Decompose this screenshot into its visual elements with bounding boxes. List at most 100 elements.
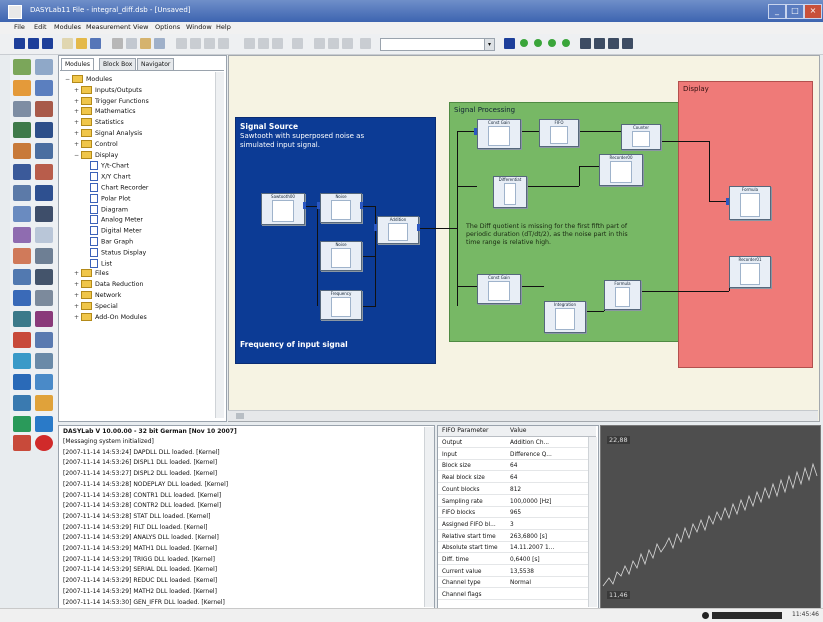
canvas-scrollbar[interactable] — [228, 410, 818, 421]
const-gain-block-a[interactable]: Const Gain — [477, 119, 521, 149]
digital-module-icon[interactable] — [35, 143, 53, 159]
list-icon[interactable] — [292, 38, 303, 49]
display-module-icon[interactable] — [35, 185, 53, 201]
close-button[interactable]: × — [804, 4, 822, 19]
expand-icon[interactable]: + — [74, 291, 79, 300]
input-pin[interactable] — [474, 128, 477, 135]
log-scrollbar[interactable] — [424, 427, 434, 607]
recorder-module-icon[interactable] — [13, 206, 31, 222]
sine-module-icon[interactable] — [13, 332, 31, 348]
bar-module-icon[interactable] — [35, 101, 53, 117]
menu-file[interactable]: File — [14, 23, 25, 31]
signal-module-icon[interactable] — [13, 143, 31, 159]
noise-module-icon[interactable] — [13, 164, 31, 180]
fifo-row[interactable]: Channel flags — [438, 591, 588, 601]
fifo-row[interactable]: Channel type Normal — [438, 579, 588, 589]
cut-icon[interactable] — [112, 38, 123, 49]
tree-node[interactable]: + Network — [74, 291, 121, 300]
input-pin[interactable] — [374, 224, 377, 231]
differentiation-block[interactable]: Differentiat — [493, 176, 527, 208]
run2-icon[interactable] — [534, 39, 542, 47]
expand-icon[interactable]: + — [74, 118, 79, 127]
tree-node[interactable]: + Control — [74, 139, 118, 149]
split-module-icon[interactable] — [35, 311, 53, 327]
tree-node[interactable]: − Modules — [65, 75, 112, 84]
menu-modules[interactable]: Modules — [54, 23, 81, 31]
wave-module-icon[interactable] — [35, 164, 53, 180]
input-pin[interactable] — [726, 198, 729, 205]
grid-icon[interactable] — [218, 38, 229, 49]
window-icon[interactable] — [272, 38, 283, 49]
tool-a-icon[interactable] — [580, 38, 591, 49]
run4-icon[interactable] — [562, 39, 570, 47]
tree-scrollbar[interactable] — [215, 72, 224, 418]
table-module-icon[interactable] — [35, 290, 53, 306]
meter2-module-icon[interactable] — [35, 227, 53, 243]
expand-icon[interactable]: + — [74, 280, 79, 289]
pencil-module-icon[interactable] — [35, 248, 53, 264]
fifo-block[interactable]: FIFO — [539, 119, 579, 147]
fifo-row[interactable]: FIFO blocks 965 — [438, 509, 588, 519]
frequency-block[interactable]: Frequency — [320, 290, 362, 320]
blue-mode-icon[interactable] — [504, 38, 515, 49]
fifo-row[interactable]: Real block size 64 — [438, 474, 588, 484]
worksheet-canvas[interactable]: Signal Source Sawtooth with superposed n… — [228, 55, 820, 422]
formula-display-block[interactable]: Formula — [729, 186, 771, 220]
tree-node[interactable]: + Signal Analysis — [74, 129, 142, 138]
grid-module-icon[interactable] — [13, 122, 31, 138]
tool-d-icon[interactable] — [622, 38, 633, 49]
line-module-icon[interactable] — [35, 374, 53, 390]
filter-module-icon[interactable] — [13, 311, 31, 327]
pause-icon[interactable] — [28, 38, 39, 49]
tree-node[interactable]: + Files — [74, 269, 109, 278]
stop-module-icon[interactable] — [35, 435, 53, 451]
output-pin[interactable] — [360, 202, 363, 209]
new-icon[interactable] — [62, 38, 73, 49]
tree-node[interactable]: + Mathematics — [74, 107, 136, 116]
expand-icon[interactable]: + — [74, 97, 79, 106]
mountain-module-icon[interactable] — [35, 332, 53, 348]
menu-options[interactable]: Options — [155, 23, 180, 31]
tree-node[interactable]: Diagram — [83, 204, 128, 214]
recorder-block-b[interactable]: Recorder01 — [729, 256, 771, 288]
menu-measurement[interactable]: Measurement — [86, 23, 131, 31]
zoom-icon[interactable] — [244, 38, 255, 49]
tab-navigator[interactable]: Navigator — [137, 58, 175, 70]
chevron-down-icon[interactable]: ▾ — [484, 38, 495, 51]
formula-block-b[interactable]: Formula — [604, 280, 641, 310]
minimize-button[interactable]: _ — [768, 4, 786, 19]
collapse-icon[interactable]: − — [65, 75, 70, 84]
layout3-icon[interactable] — [342, 38, 353, 49]
formula-module-icon[interactable] — [13, 290, 31, 306]
tab-modules[interactable]: Modules — [61, 58, 94, 70]
tree-node[interactable]: Status Display — [83, 247, 146, 257]
fifo-row[interactable]: Output Addition Ch... — [438, 439, 588, 448]
module-dropdown[interactable] — [380, 38, 486, 51]
noise-block[interactable]: Noise — [320, 193, 362, 223]
align-icon[interactable] — [176, 38, 187, 49]
fifo-row[interactable]: Count blocks 812 — [438, 486, 588, 495]
globe-module-icon[interactable] — [35, 416, 53, 432]
arrow-module-icon[interactable] — [13, 395, 31, 411]
module-icon[interactable] — [154, 38, 165, 49]
align2-icon[interactable] — [190, 38, 201, 49]
layout2-icon[interactable] — [328, 38, 339, 49]
paste-icon[interactable] — [140, 38, 151, 49]
tree-node[interactable]: + Add-On Modules — [74, 312, 147, 322]
tool-c-icon[interactable] — [608, 38, 619, 49]
run3-icon[interactable] — [548, 39, 556, 47]
tree-node[interactable]: + Statistics — [74, 118, 124, 127]
addition-block[interactable]: Addition — [377, 216, 419, 244]
bars-module-icon[interactable] — [13, 353, 31, 369]
status-module-icon[interactable] — [13, 269, 31, 285]
bird-module-icon[interactable] — [13, 416, 31, 432]
expand-icon[interactable]: + — [74, 129, 79, 138]
output-module-icon[interactable] — [35, 59, 53, 75]
layout-icon[interactable] — [258, 38, 269, 49]
menu-view[interactable]: View — [133, 23, 148, 31]
output-pin[interactable] — [417, 224, 420, 231]
sawtooth-block[interactable]: Sawtooth00 — [261, 193, 305, 225]
stop-icon[interactable] — [42, 38, 53, 49]
fifo-row[interactable]: Sampling rate 100,0000 [Hz] — [438, 498, 588, 507]
integration-block[interactable]: Integration — [544, 301, 586, 333]
